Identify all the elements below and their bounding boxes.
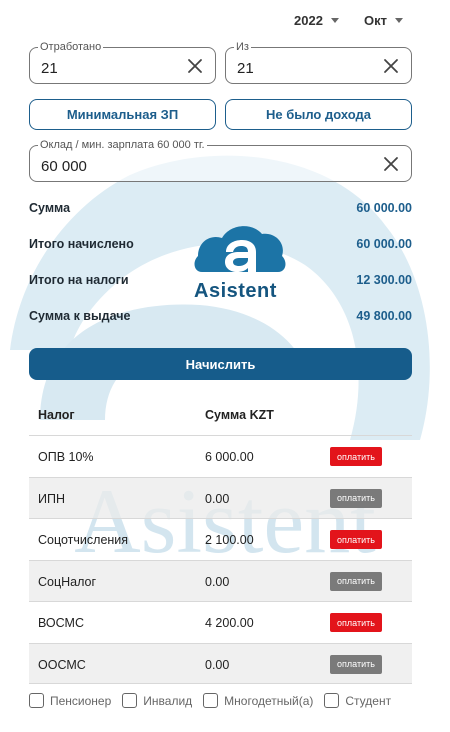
large-family-checkbox[interactable]: Многодетный(а): [203, 693, 313, 708]
tax-amount: 6 000.00: [205, 450, 254, 464]
chevron-down-icon: [395, 18, 403, 23]
brand-logo: Asistent: [190, 222, 290, 302]
tax-amount: 0.00: [205, 574, 230, 589]
tax-amount: 4 200.00: [205, 616, 254, 630]
summary-value: 49 800.00: [356, 309, 412, 323]
total-days-label: Из: [234, 40, 251, 54]
summary-value: 60 000.00: [356, 201, 412, 215]
summary-value: 12 300.00: [356, 273, 412, 287]
salary-field[interactable]: Оклад / мин. зарплата 60 000 тг. 60 000: [29, 138, 412, 182]
logo-text: Asistent: [194, 280, 277, 302]
summary-label: Итого начислено: [29, 237, 134, 251]
pay-button[interactable]: оплатить: [330, 447, 382, 466]
logo-cloud-icon: [194, 226, 286, 272]
pay-button[interactable]: оплатить: [330, 488, 382, 508]
table-header: Налог Сумма KZT: [29, 394, 412, 435]
tax-name: Соцотчисления: [38, 533, 129, 547]
column-header-tax: Налог: [38, 408, 75, 422]
year-select[interactable]: 2022: [294, 13, 339, 28]
total-days-value: 21: [237, 60, 254, 77]
worked-days-value: 21: [41, 60, 58, 77]
student-checkbox[interactable]: Студент: [324, 693, 391, 708]
salary-label: Оклад / мин. зарплата 60 000 тг.: [38, 138, 207, 152]
status-checkboxes: Пенсионер Инвалид Многодетный(а) Студент: [29, 693, 402, 708]
checkbox-box[interactable]: [203, 693, 219, 708]
pensioner-checkbox[interactable]: Пенсионер: [29, 693, 111, 708]
total-days-field[interactable]: Из 21: [225, 40, 412, 84]
checkbox-label: Студент: [345, 693, 392, 708]
year-value: 2022: [294, 13, 323, 28]
chevron-down-icon: [330, 18, 339, 23]
tax-amount: 0.00: [205, 491, 230, 506]
pay-button[interactable]: оплатить: [330, 613, 382, 632]
min-wage-button[interactable]: Минимальная ЗП: [29, 99, 216, 130]
tax-name: ВОСМС: [38, 616, 84, 630]
tax-name: ОПВ 10%: [38, 450, 94, 464]
pay-button[interactable]: оплатить: [330, 530, 382, 549]
summary-row-sum: Сумма 60 000.00: [29, 201, 412, 215]
tax-table: Налог Сумма KZT ОПВ 10% 6 000.00 оплатит…: [29, 394, 412, 684]
close-icon[interactable]: [187, 58, 203, 74]
summary-label: Итого на налоги: [29, 273, 129, 287]
tax-amount: 2 100.00: [205, 533, 254, 547]
tax-name: ООСМС: [38, 657, 86, 672]
month-value: Окт: [364, 13, 387, 28]
table-row: ВОСМС 4 200.00 оплатить: [29, 601, 412, 643]
disabled-checkbox[interactable]: Инвалид: [122, 693, 192, 708]
summary-label: Сумма к выдаче: [29, 309, 131, 323]
summary-label: Сумма: [29, 201, 71, 215]
tax-calculator: 2022 Окт Отработано 21 Из 21 Минимальная…: [0, 0, 450, 732]
checkbox-label: Инвалид: [143, 693, 193, 708]
month-select[interactable]: Окт: [364, 13, 403, 28]
calculate-button[interactable]: Начислить: [29, 348, 412, 380]
pay-button[interactable]: оплатить: [330, 571, 382, 591]
close-icon[interactable]: [383, 156, 399, 172]
tax-amount: 0.00: [205, 657, 230, 672]
worked-days-field[interactable]: Отработано 21: [29, 40, 216, 84]
checkbox-label: Пенсионер: [50, 693, 112, 708]
table-row: Соцотчисления 2 100.00 оплатить: [29, 518, 412, 560]
no-income-button[interactable]: Не было дохода: [225, 99, 412, 130]
summary-value: 60 000.00: [356, 237, 412, 251]
checkbox-label: Многодетный(а): [224, 693, 314, 708]
summary-row-payout: Сумма к выдаче 49 800.00: [29, 309, 412, 323]
checkbox-box[interactable]: [324, 693, 340, 708]
tax-name: ИПН: [38, 491, 65, 506]
table-row: СоцНалог 0.00 оплатить: [29, 559, 412, 601]
salary-value: 60 000: [41, 158, 87, 175]
checkbox-box[interactable]: [122, 693, 138, 708]
table-row: ИПН 0.00 оплатить: [29, 476, 412, 518]
worked-days-label: Отработано: [38, 40, 104, 54]
table-row: ООСМС 0.00 оплатить: [29, 642, 412, 684]
close-icon[interactable]: [383, 58, 399, 74]
column-header-amount: Сумма KZT: [205, 408, 274, 422]
checkbox-box[interactable]: [29, 693, 44, 708]
tax-name: СоцНалог: [38, 574, 97, 589]
pay-button[interactable]: оплатить: [330, 654, 382, 674]
table-row: ОПВ 10% 6 000.00 оплатить: [29, 435, 412, 477]
